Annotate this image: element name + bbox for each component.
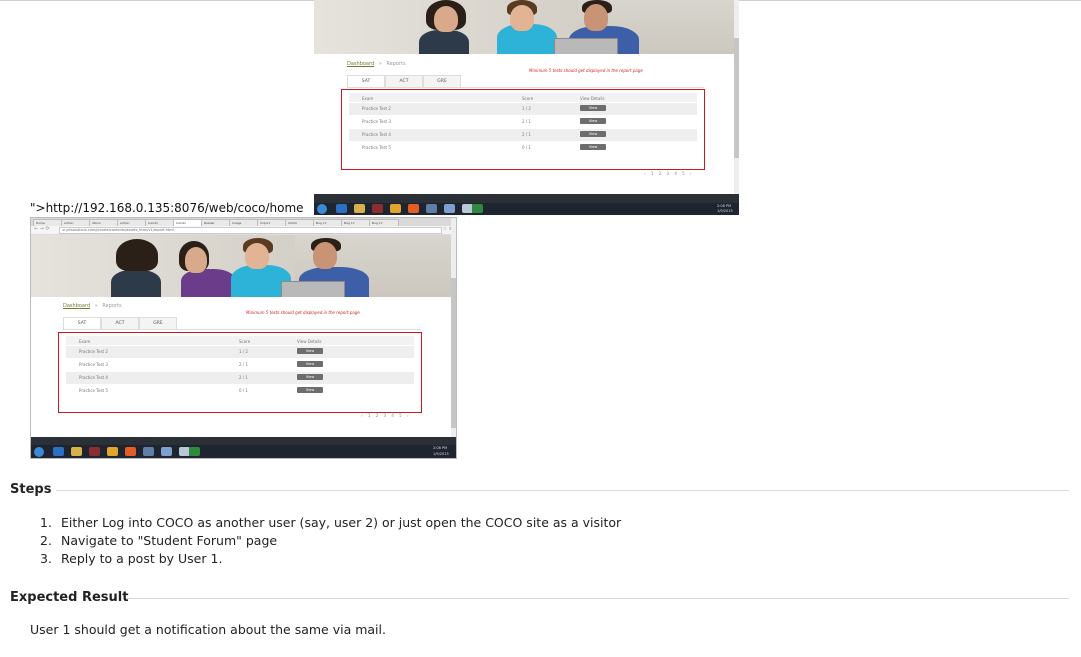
address-bar: ← → ⟳ ui.pitsolutions.com/private/conten…: [31, 226, 456, 235]
col-score: Score: [522, 96, 534, 101]
list-item: 1. Either Log into COCO as another user (…: [40, 515, 622, 530]
app-icon[interactable]: [426, 204, 437, 213]
chrome-icon[interactable]: [390, 204, 401, 213]
exam-tabs: SAT ACT GRE: [347, 75, 461, 87]
tab-sat[interactable]: SAT: [63, 317, 101, 329]
col-details: View Details: [297, 339, 322, 344]
steps-list: 1. Either Log into COCO as another user (…: [40, 514, 621, 568]
excel-icon[interactable]: [189, 447, 200, 456]
list-item: 2. Navigate to "Student Forum" page: [40, 533, 278, 548]
folder-icon[interactable]: [71, 447, 82, 456]
hero-banner: [314, 0, 739, 54]
media-icon[interactable]: [89, 447, 100, 456]
excel-icon[interactable]: [472, 204, 483, 213]
table-row: Practice Test 3 2 / 1 View: [349, 116, 697, 128]
chrome-icon[interactable]: [107, 447, 118, 456]
col-details: View Details: [580, 96, 605, 101]
exam-tabs: SAT ACT GRE: [63, 317, 177, 329]
view-button[interactable]: View: [297, 361, 323, 367]
breadcrumb-dashboard-link[interactable]: Dashboard: [63, 303, 90, 309]
hero-banner: [31, 235, 456, 297]
view-button[interactable]: View: [297, 348, 323, 354]
table-header: Exam Score View Details: [66, 336, 414, 345]
scrollbar[interactable]: [734, 0, 739, 215]
list-item: 3. Reply to a post by User 1.: [40, 551, 223, 566]
network-icon[interactable]: [161, 447, 172, 456]
view-button[interactable]: View: [580, 118, 606, 124]
windows-taskbar: 2:08 PM 1/9/2015: [314, 203, 739, 215]
stray-url-text: ">http://192.168.0.135:8076/web/coco/hom…: [30, 201, 304, 215]
table-header: Exam Score View Details: [349, 93, 697, 102]
table-row: Practice Test 3 2 / 1 View: [66, 359, 414, 371]
breadcrumb-current: Reports: [386, 61, 406, 67]
media-icon[interactable]: [372, 204, 383, 213]
view-button[interactable]: View: [580, 144, 606, 150]
ie-icon[interactable]: [336, 204, 347, 213]
steps-heading: Steps: [10, 482, 52, 497]
report-note: Minimum 5 tests should get displayed in …: [529, 68, 643, 73]
breadcrumb: Dashboard » Reports: [347, 61, 406, 67]
report-screenshot-browser: Home admin Yahoo admin Cambr Cambr Reade…: [30, 217, 457, 459]
table-row: Practice Test 2 1 / 2 View: [66, 346, 414, 358]
tab-sat[interactable]: SAT: [347, 75, 385, 87]
tab-act[interactable]: ACT: [385, 75, 423, 87]
table-row: Practice Test 2 1 / 2 View: [349, 103, 697, 115]
expected-heading: Expected Result: [10, 590, 129, 605]
expected-divider: [126, 598, 1069, 599]
breadcrumb-current: Reports: [102, 303, 122, 309]
back-forward-icon[interactable]: ← → ⟳: [34, 226, 50, 232]
firefox-icon[interactable]: [125, 447, 136, 456]
scrollbar[interactable]: [451, 218, 456, 458]
tab-act[interactable]: ACT: [101, 317, 139, 329]
tab-gre[interactable]: GRE: [139, 317, 177, 329]
folder-icon[interactable]: [354, 204, 365, 213]
url-input[interactable]: ui.pitsolutions.com/private/contents/ass…: [59, 227, 442, 234]
report-screenshot-top: Dashboard » Reports Minimum 5 tests shou…: [314, 0, 739, 215]
view-button[interactable]: View: [580, 131, 606, 137]
table-row: Practice Test 4 2 / 1 View: [66, 372, 414, 384]
pagination[interactable]: ‹ 1 2 3 4 5 ›: [644, 171, 694, 176]
breadcrumb-dashboard-link[interactable]: Dashboard: [347, 61, 374, 67]
windows-taskbar: 2:08 PM 1/9/2015: [31, 445, 456, 458]
breadcrumb: Dashboard » Reports: [63, 303, 122, 309]
col-exam: Exam: [362, 96, 374, 101]
clock-time: 2:08 PM: [433, 446, 448, 450]
clock-date: 1/9/2015: [433, 452, 449, 456]
col-score: Score: [239, 339, 251, 344]
view-button[interactable]: View: [580, 105, 606, 111]
steps-divider: [56, 490, 1069, 491]
view-button[interactable]: View: [297, 374, 323, 380]
start-icon[interactable]: [34, 447, 44, 457]
table-row: Practice Test 5 0 / 1 View: [66, 385, 414, 397]
table-row: Practice Test 5 0 / 1 View: [349, 142, 697, 154]
report-table: Exam Score View Details Practice Test 2 …: [66, 336, 414, 406]
clock-time: 2:08 PM: [717, 204, 732, 208]
expected-text: User 1 should get a notification about t…: [30, 622, 386, 637]
ie-icon[interactable]: [53, 447, 64, 456]
app-icon[interactable]: [143, 447, 154, 456]
clock-date: 1/9/2015: [717, 209, 733, 213]
tab-gre[interactable]: GRE: [423, 75, 461, 87]
view-button[interactable]: View: [297, 387, 323, 393]
pagination[interactable]: ‹ 1 2 3 4 5 ›: [361, 413, 411, 418]
start-icon[interactable]: [317, 204, 327, 214]
table-row: Practice Test 4 2 / 1 View: [349, 129, 697, 141]
report-note: Minimum 5 tests should get displayed in …: [246, 310, 360, 315]
report-table: Exam Score View Details Practice Test 2 …: [349, 93, 697, 163]
browser-tab-strip: Home admin Yahoo admin Cambr Cambr Reade…: [31, 218, 456, 227]
firefox-icon[interactable]: [408, 204, 419, 213]
network-icon[interactable]: [444, 204, 455, 213]
col-exam: Exam: [79, 339, 91, 344]
